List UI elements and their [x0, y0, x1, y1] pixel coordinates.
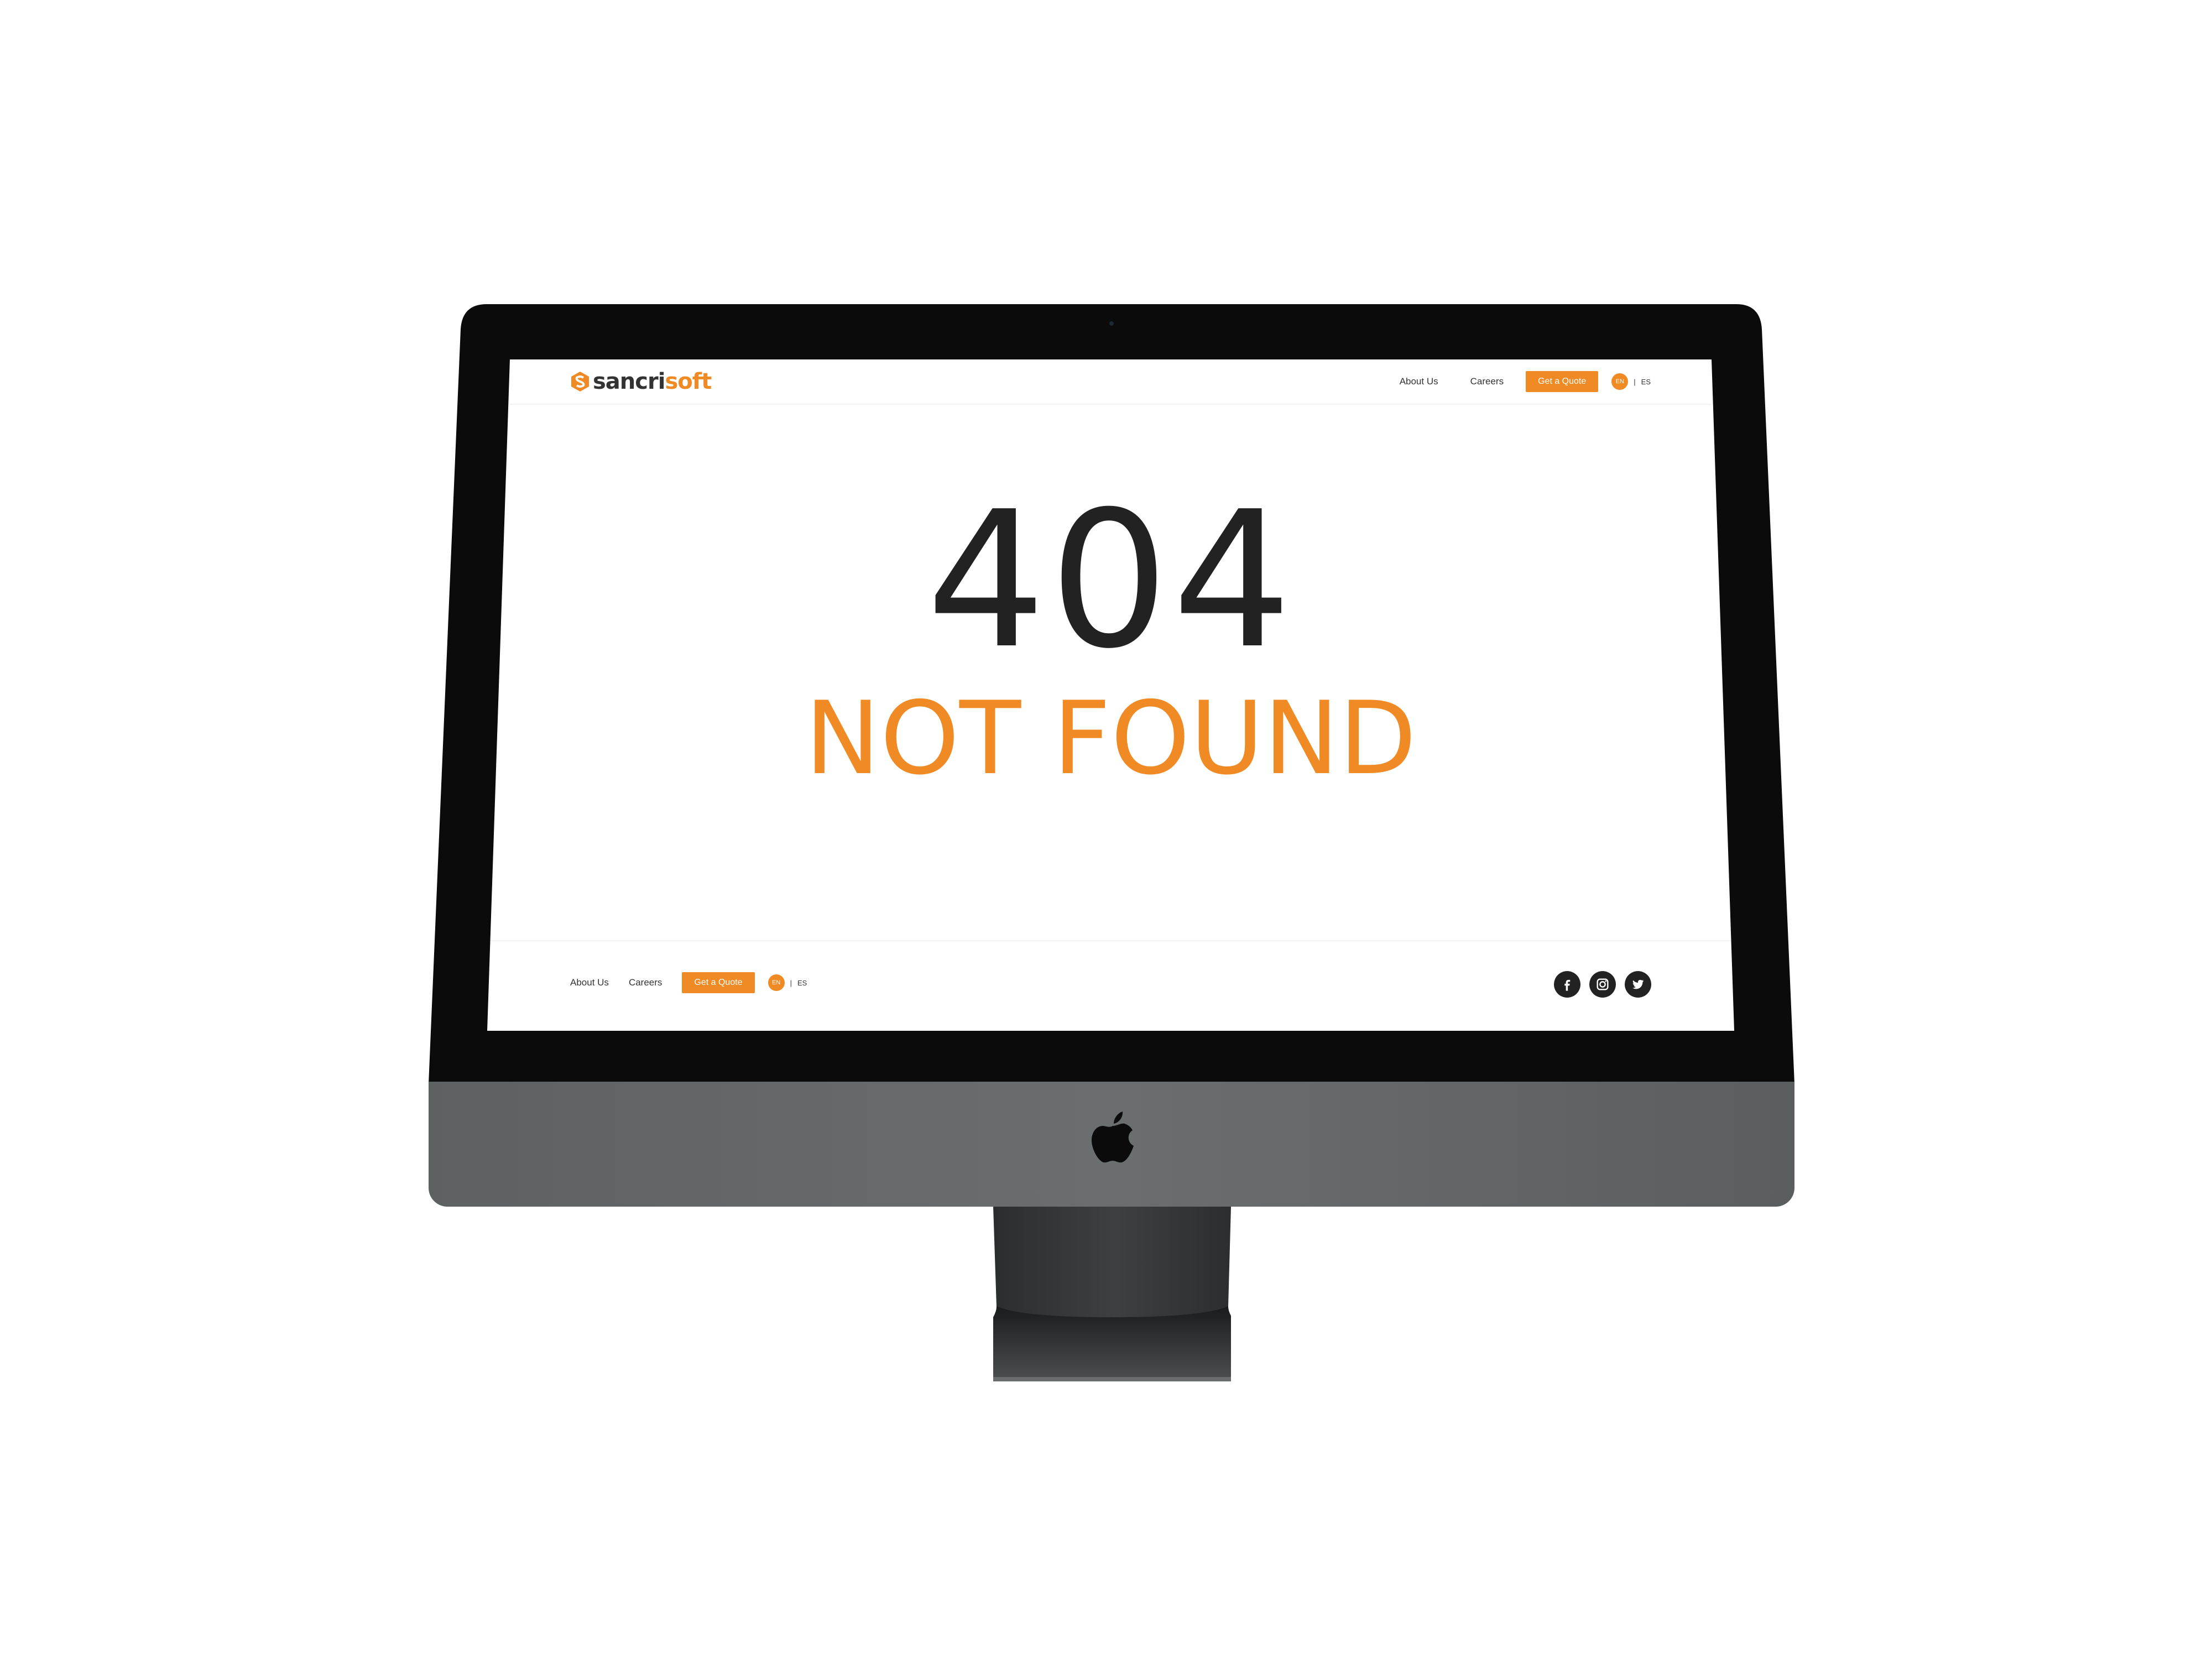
sancrisoft-logo-icon [571, 372, 589, 392]
brand-name-part2: soft [665, 369, 712, 394]
instagram-icon[interactable] [1589, 971, 1616, 998]
footer-language-switcher: EN | ES [768, 974, 807, 991]
twitter-icon[interactable] [1625, 971, 1651, 998]
site-header: sancrisoft About Us Careers Get a Quote … [510, 359, 1712, 405]
nav-about-us[interactable]: About Us [1400, 376, 1438, 387]
lang-separator: | [1634, 377, 1636, 386]
get-quote-button[interactable]: Get a Quote [1526, 371, 1599, 392]
facebook-icon[interactable] [1554, 971, 1580, 998]
nav-careers[interactable]: Careers [1470, 376, 1504, 387]
error-message: NOT FOUND [805, 680, 1417, 797]
footer-get-quote-button[interactable]: Get a Quote [682, 972, 755, 993]
footer-divider [487, 940, 1734, 941]
lang-es-button[interactable]: ES [1641, 378, 1651, 386]
footer-lang-separator: | [790, 978, 792, 987]
lang-en-button[interactable]: EN [1611, 373, 1629, 390]
monitor-stand [993, 1207, 1231, 1381]
language-switcher: EN | ES [1611, 373, 1651, 390]
error-code: 404 [926, 471, 1295, 690]
footer-nav-about-us[interactable]: About Us [570, 977, 609, 988]
brand-name-part1: sancri [593, 369, 665, 394]
footer-nav-careers[interactable]: Careers [629, 977, 662, 988]
social-links [1545, 971, 1651, 998]
header-nav: About Us Careers Get a Quote EN | ES [1368, 369, 1651, 394]
apple-icon [1092, 1112, 1134, 1163]
brand-logo[interactable]: sancrisoft [571, 367, 712, 396]
screen: sancrisoft About Us Careers Get a Quote … [487, 359, 1734, 1031]
imac-mockup: sancrisoft About Us Careers Get a Quote … [0, 0, 2212, 1659]
footer-lang-en-button[interactable]: EN [768, 974, 785, 991]
footer-nav: About Us Careers Get a Quote EN | ES [570, 971, 807, 995]
footer-lang-es-button[interactable]: ES [797, 979, 807, 987]
